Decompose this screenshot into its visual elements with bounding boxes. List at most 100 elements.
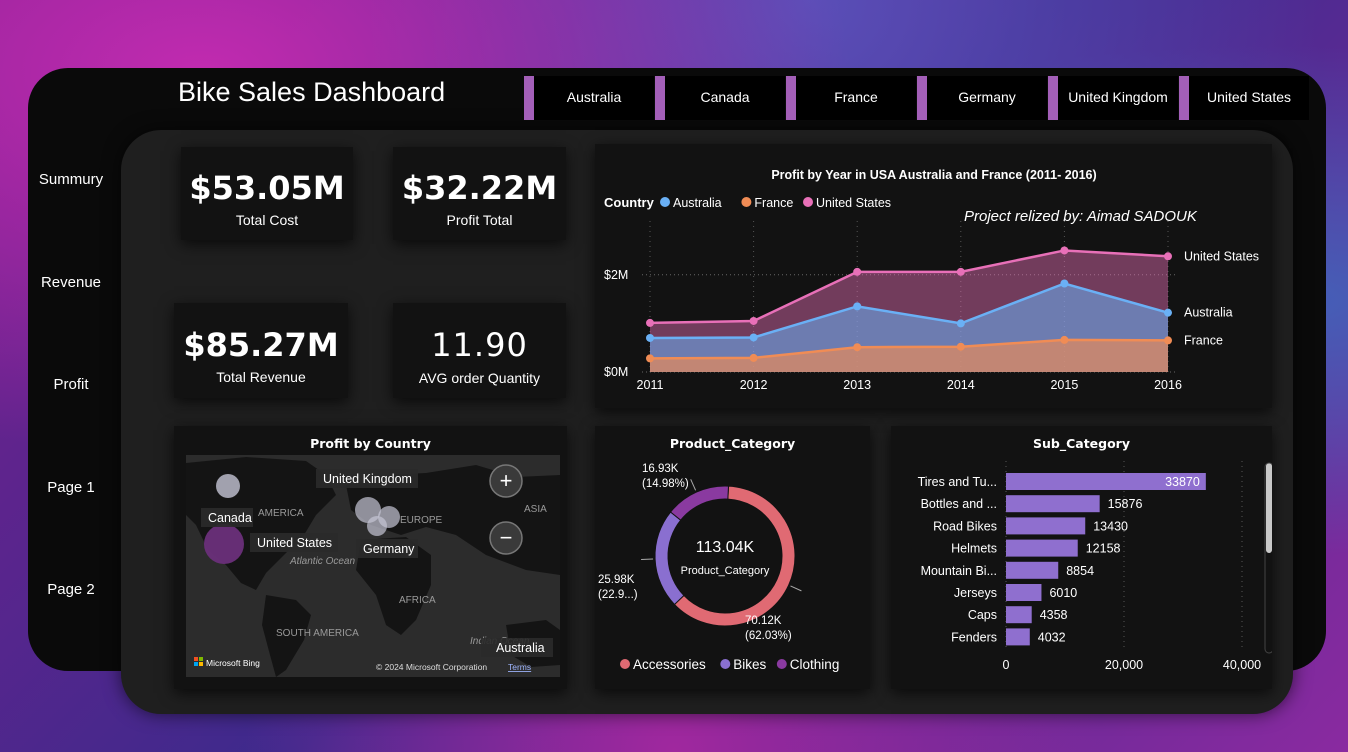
legend: Australia France United States [660,196,891,210]
x-tick-label: 2014 [947,378,975,392]
base-label: Atlantic Ocean [289,556,355,567]
series-areas [650,250,1168,372]
donut-slice-bikes[interactable] [654,511,685,606]
bars: Tires and Tu... 33870 Bottles and ... 15876… [918,473,1206,646]
legend-marker [720,659,731,669]
nav-profit[interactable]: Profit [30,376,112,393]
data-point[interactable] [956,342,965,351]
bubble-germany[interactable] [367,516,387,536]
dashboard-title: Bike Sales Dashboard [178,77,446,107]
x-tick-label: 2011 [637,378,664,392]
nav-page-2[interactable]: Page 2 [30,581,112,598]
data-point[interactable] [1060,335,1069,344]
data-point[interactable] [646,318,654,327]
x-tick-label: 40,000 [1223,658,1261,672]
data-label: 13430 [1093,519,1128,533]
data-point[interactable] [853,343,862,352]
category-label: Fenders [951,630,997,644]
data-point[interactable] [853,267,862,276]
legend-marker [620,659,630,669]
slicer-australia[interactable]: Australia [524,76,654,120]
axis-labels: 0 20,000 40,000 [1003,658,1262,672]
donut-svg: 70.12K (62.03%) 25.98K (22.9...) 16.93K (14.9… [598,463,839,672]
bar[interactable] [1006,517,1086,535]
nav-summury[interactable]: Summury [30,171,112,188]
donut-data-label: 16.93K [642,463,679,475]
data-point[interactable] [1164,336,1172,345]
leader-line [690,479,697,491]
slicer-germany[interactable]: Germany [917,76,1047,120]
x-tick-label: 2013 [843,378,871,392]
slicer-united-kingdom[interactable]: United Kingdom [1048,76,1178,120]
category-label: Caps [968,608,997,622]
line-chart-svg: Profit by Year in USA Australia and Fran… [604,168,1259,392]
slicer-label: United States [1206,89,1292,105]
bubble-canada[interactable] [216,474,240,498]
zoom-in-icon: + [500,468,513,493]
data-label: 6010 [1049,586,1077,600]
bubble-united-states[interactable] [204,524,244,564]
data-point[interactable] [956,319,965,328]
bar-scrollbar[interactable] [1266,463,1272,553]
kpi-label: Total Revenue [216,369,306,385]
data-label: 4032 [1038,630,1066,644]
nav-revenue[interactable]: Revenue [30,274,112,291]
leader-line [641,558,654,561]
bar[interactable] [1006,584,1042,601]
data-point[interactable] [749,353,758,362]
donut-data-label: 70.12K [745,615,782,627]
data-label: 8854 [1066,564,1094,578]
map-label: Canada [208,511,252,525]
slicer-accent [524,76,534,120]
donut-data-label: (14.98%) [642,478,689,490]
slicer-united-states[interactable]: United States [1179,76,1309,120]
kpi-label: AVG order Quantity [418,370,541,386]
zoom-out-button[interactable]: − [489,521,523,555]
category-label: Road Bikes [933,519,997,533]
data-point[interactable] [853,302,862,311]
map-label: United States [257,536,332,550]
map-copyright: © 2024 Microsoft Corporation [376,662,487,672]
logo-square [199,662,203,666]
legend-marker [741,197,752,207]
kpi-value: $53.05M [189,169,345,207]
kpi-avg-order-quantity: 11.90 AVG order Quantity [393,303,566,398]
profit-by-year-chart: Profit by Year in USA Australia and Fran… [595,144,1272,408]
nav-page-1[interactable]: Page 1 [30,479,112,496]
data-point[interactable] [1060,246,1069,255]
slicer-france[interactable]: France [786,76,916,120]
chart-title: Profit by Year in USA Australia and Fran… [771,168,1096,182]
profit-by-country-map: Profit by Country AMERICA EUROPE ASIA At… [174,426,567,689]
map-terms-link[interactable]: Terms [508,662,531,672]
zoom-in-button[interactable]: + [489,464,523,498]
data-point[interactable] [749,316,758,325]
bar[interactable] [1006,561,1059,579]
donut-slice-clothing[interactable] [669,485,730,521]
legend-marker [660,197,670,207]
product-category-donut: Product_Category 70.12K (62.03%) 25.98K (22… [595,426,870,689]
slicer-label: Australia [566,89,622,105]
bar-chart-svg: Tires and Tu... 33870 Bottles and ... 15876… [918,461,1272,672]
base-label: EUROPE [400,515,443,526]
series-end-label: France [1184,333,1223,347]
donut-data-label: 25.98K [598,574,635,586]
data-point[interactable] [646,333,654,342]
slicer-canada[interactable]: Canada [655,76,785,120]
data-point[interactable] [749,333,758,342]
bar[interactable] [1006,539,1078,557]
data-point[interactable] [1164,252,1172,261]
data-point[interactable] [1164,308,1172,317]
kpi-value: $85.27M [183,326,339,364]
bar[interactable] [1006,606,1032,624]
data-point[interactable] [646,354,654,363]
x-tick-label: 2012 [740,378,768,392]
donut-data-label: (22.9...) [598,589,638,601]
data-point[interactable] [1060,279,1069,288]
base-label: SOUTH AMERICA [276,628,359,639]
data-point[interactable] [956,267,965,276]
series-end-label: United States [1184,249,1259,263]
bar[interactable] [1006,628,1030,646]
bar[interactable] [1006,495,1100,513]
map-canvas[interactable]: AMERICA EUROPE ASIA Atlantic Ocean AFRIC… [186,455,560,677]
legend-label: Accessories [633,657,706,672]
